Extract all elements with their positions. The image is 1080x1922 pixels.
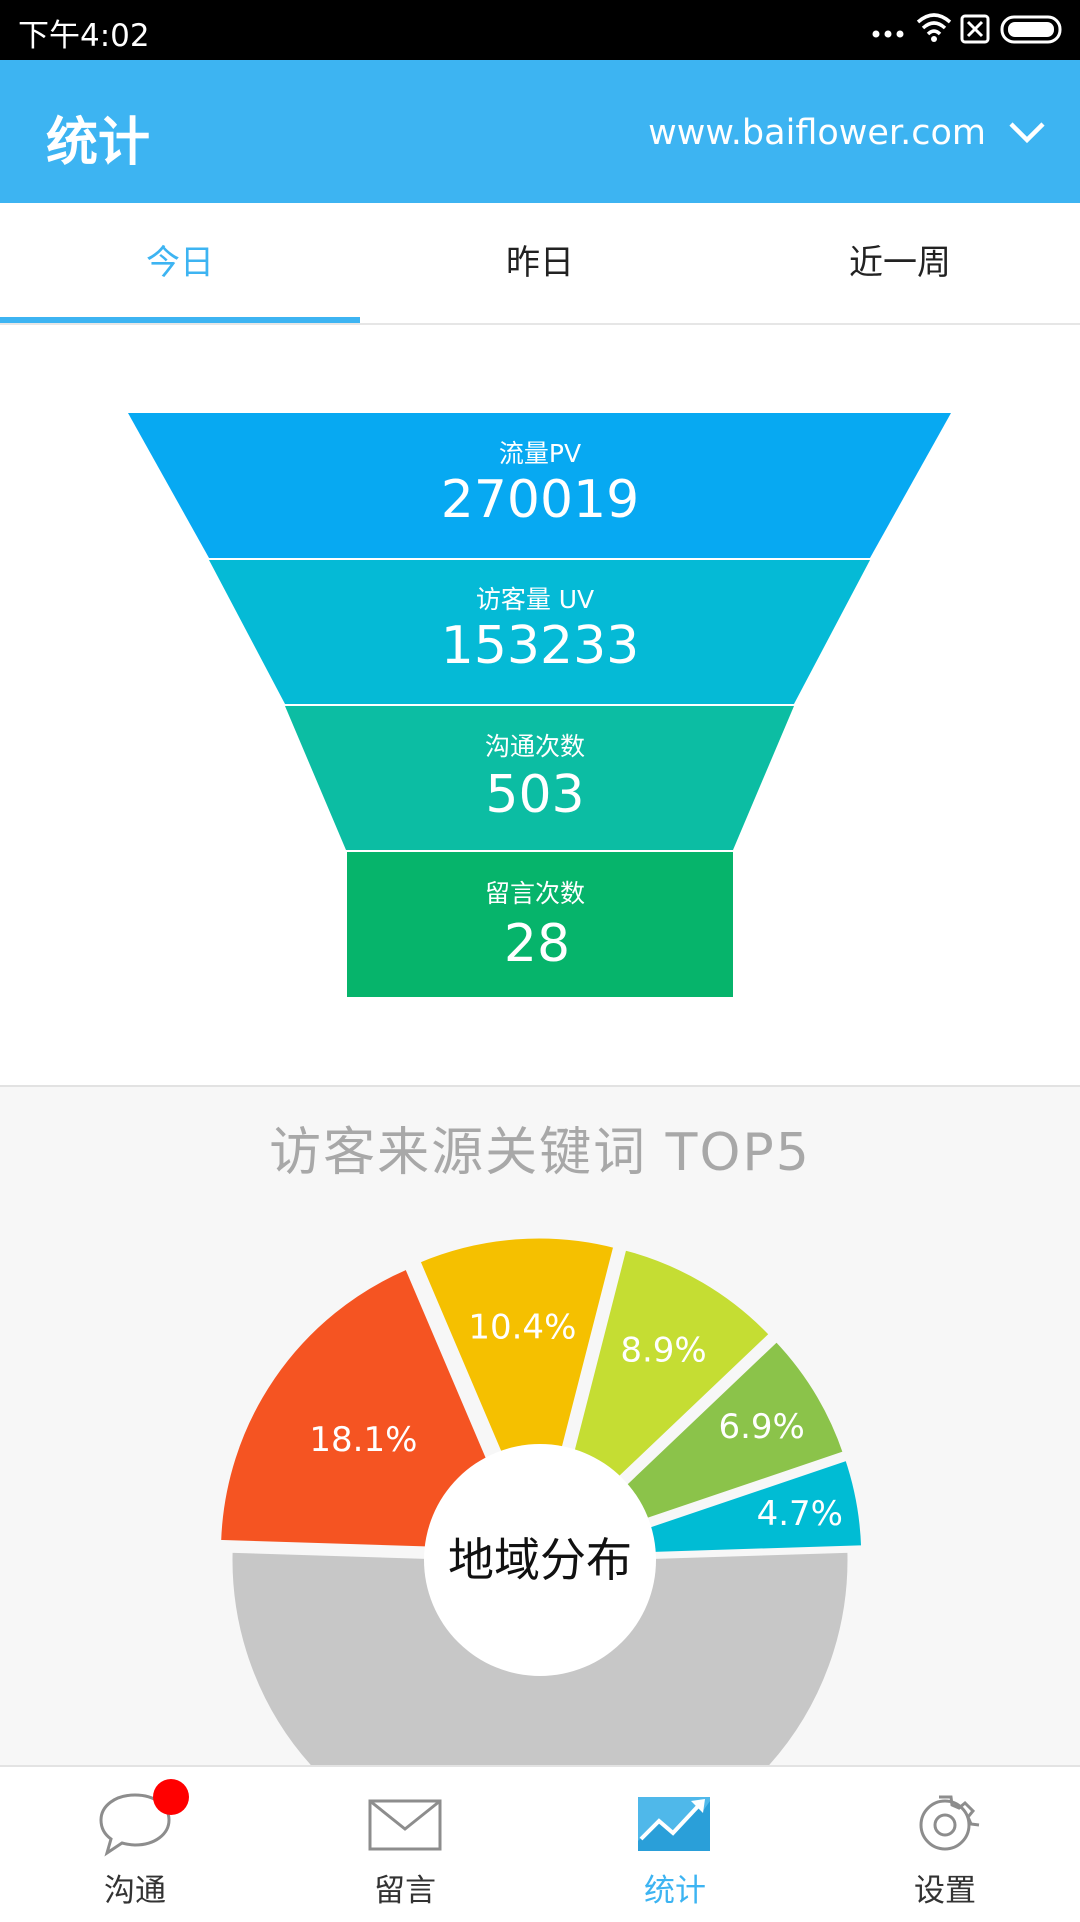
page-title: 统计 bbox=[46, 113, 151, 173]
nav-label-messages: 留言 bbox=[374, 1873, 436, 1909]
date-range-tabs: 今日 昨日 近一周 bbox=[0, 203, 1080, 325]
site-selector-label: www.baiflower.com bbox=[648, 113, 986, 153]
tab-indicator bbox=[0, 317, 360, 323]
nav-item-messages[interactable]: 留言 bbox=[270, 1767, 540, 1922]
nav-item-settings[interactable]: 设置 bbox=[810, 1767, 1080, 1922]
battery-icon bbox=[1000, 15, 1062, 44]
sim-blocked-icon bbox=[960, 14, 990, 44]
funnel-label-message: 留言次数 bbox=[485, 879, 585, 908]
nav-item-stats[interactable]: 统计 bbox=[540, 1767, 810, 1922]
envelope-icon bbox=[368, 1799, 442, 1851]
funnel-label-uv: 访客量 UV bbox=[476, 585, 594, 614]
keywords-panel bbox=[0, 1085, 1080, 1767]
funnel-label-chat: 沟通次数 bbox=[485, 732, 585, 761]
funnel-value-pv: 270019 bbox=[441, 470, 640, 530]
status-bar: 下午4:02 bbox=[0, 0, 1080, 60]
nav-item-chat[interactable]: 沟通 bbox=[0, 1767, 270, 1922]
funnel-value-message: 28 bbox=[504, 914, 570, 974]
unread-badge bbox=[153, 1779, 189, 1815]
status-icons bbox=[872, 13, 1062, 44]
app-bar: 统计 www.baiflower.com bbox=[0, 60, 1080, 203]
funnel-value-chat: 503 bbox=[485, 765, 584, 825]
more-dots-icon bbox=[872, 30, 904, 38]
funnel-section: 流量PV 270019 访客量 UV 153233 沟通次数 503 留言次数 … bbox=[0, 325, 1080, 1085]
nav-label-stats: 统计 bbox=[644, 1873, 706, 1909]
nav-label-settings: 设置 bbox=[914, 1873, 976, 1909]
keywords-panel-title: 访客来源关键词 TOP5 bbox=[269, 1123, 811, 1183]
status-time: 下午4:02 bbox=[18, 18, 150, 54]
site-selector[interactable]: www.baiflower.com bbox=[648, 108, 1046, 158]
chevron-down-icon bbox=[1009, 122, 1045, 144]
bottom-navigation: 沟通 留言 统计 设置 bbox=[0, 1765, 1080, 1922]
tab-today[interactable]: 今日 bbox=[0, 203, 360, 323]
nav-label-chat: 沟通 bbox=[104, 1873, 166, 1909]
trend-chart-icon bbox=[638, 1797, 710, 1851]
wifi-icon bbox=[916, 13, 952, 42]
funnel-value-uv: 153233 bbox=[441, 616, 640, 676]
funnel-chart: 流量PV 270019 访客量 UV 153233 沟通次数 503 留言次数 … bbox=[128, 413, 951, 997]
gear-icon bbox=[919, 1795, 980, 1851]
funnel-label-pv: 流量PV bbox=[499, 439, 581, 468]
tab-yesterday[interactable]: 昨日 bbox=[360, 203, 720, 323]
tab-last-week[interactable]: 近一周 bbox=[720, 203, 1080, 323]
